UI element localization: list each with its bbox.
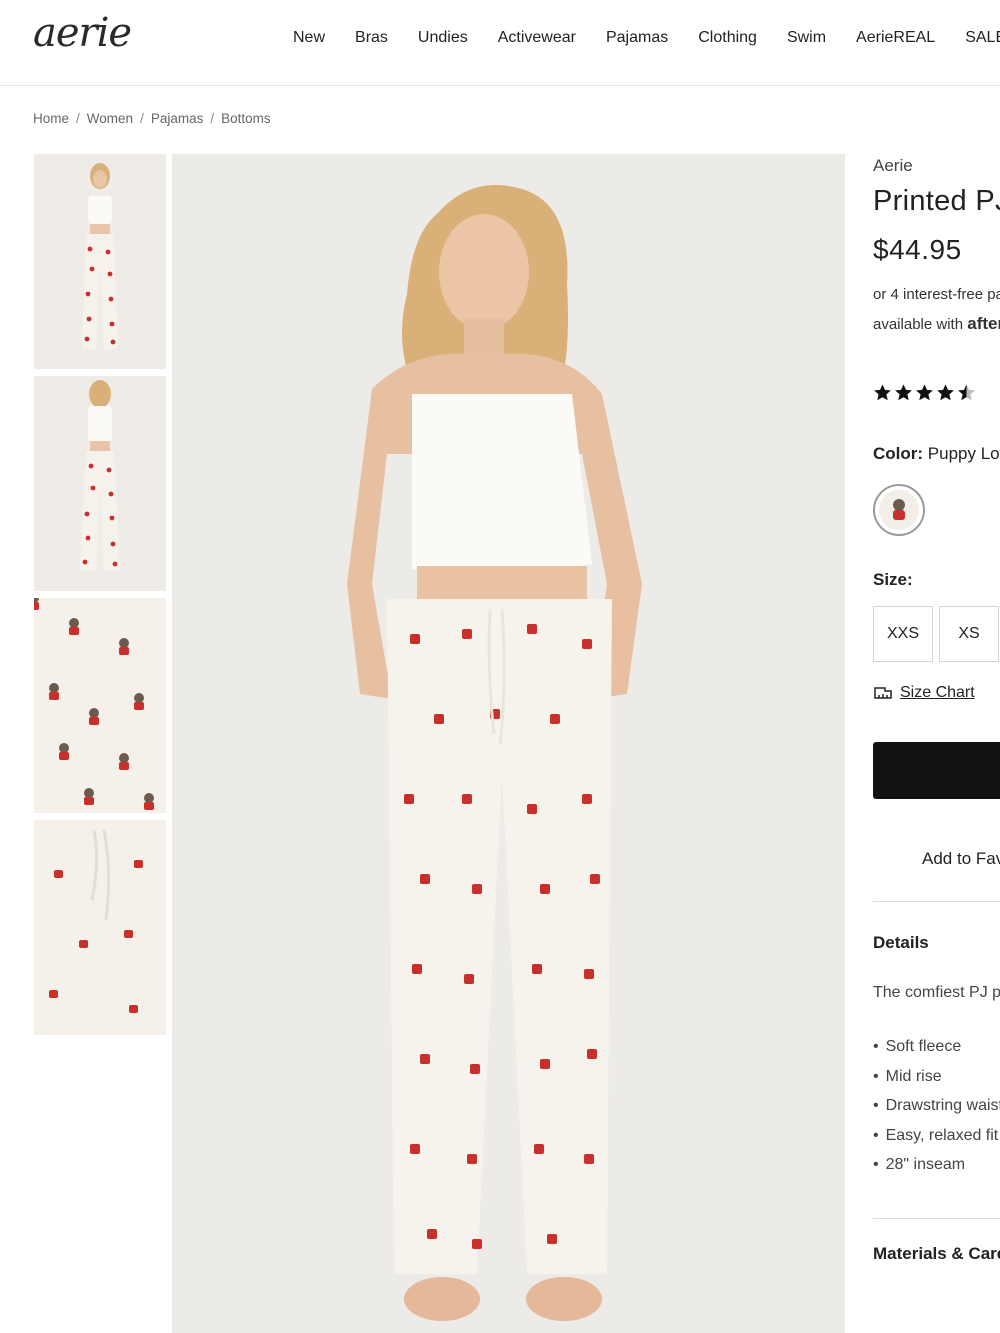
color-selector-label: Color: Puppy Love (873, 444, 1000, 464)
star-full-icon (937, 384, 954, 401)
breadcrumb: Home / Women / Pajamas / Bottoms (33, 111, 271, 126)
breadcrumb-separator: / (210, 111, 215, 126)
model-front-image (34, 154, 166, 369)
installments-line1: or 4 interest-free payments (873, 286, 1000, 303)
product-title: Printed PJ Pant (873, 185, 1000, 217)
divider (873, 901, 1000, 902)
breadcrumb-pajamas[interactable]: Pajamas (151, 111, 204, 126)
nav-undies[interactable]: Undies (418, 29, 468, 47)
details-bullet: 28" inseam (873, 1150, 1000, 1180)
breadcrumb-home[interactable]: Home (33, 111, 69, 126)
size-options: XXS XS (873, 606, 1000, 662)
breadcrumb-separator: / (140, 111, 144, 126)
color-value: Puppy Love (927, 444, 1000, 463)
product-price: $44.95 (873, 234, 962, 265)
star-full-icon (895, 384, 912, 401)
size-chart-label: Size Chart (900, 684, 975, 701)
nav-sale[interactable]: SALE (965, 29, 1000, 47)
nav-aeriereal[interactable]: AerieREAL (856, 29, 935, 47)
model-wearing-pants-image (172, 154, 845, 1333)
materials-care-heading[interactable]: Materials & Care (873, 1244, 1000, 1264)
star-half-icon (958, 384, 975, 401)
rating-stars[interactable] (873, 383, 1000, 402)
swatch-puppy-print-icon (879, 490, 919, 530)
afterpay-logo[interactable]: afterpay (967, 314, 1000, 333)
details-bullet: Drawstring waist (873, 1091, 1000, 1121)
divider (873, 1217, 1000, 1219)
ruler-icon (874, 687, 892, 699)
star-full-icon (874, 384, 891, 401)
main-nav: New Bras Undies Activewear Pajamas Cloth… (293, 29, 1000, 47)
thumbnail-waist-detail[interactable] (34, 820, 166, 1035)
star-full-icon (916, 384, 933, 401)
details-bullet: Mid rise (873, 1062, 1000, 1092)
size-button-xxs[interactable]: XXS (873, 606, 933, 662)
nav-new[interactable]: New (293, 29, 325, 47)
site-header: aerie New Bras Undies Activewear Pajamas… (0, 0, 1000, 86)
waist-detail-image (34, 820, 166, 1035)
nav-clothing[interactable]: Clothing (698, 29, 757, 47)
thumbnail-gallery (34, 154, 166, 1042)
product-details-panel: Aerie Printed PJ Pant $44.95 or 4 intere… (873, 156, 1000, 1333)
product-brand: Aerie (873, 156, 913, 175)
installments-info: or 4 interest-free payments available wi… (873, 280, 1000, 339)
details-heading[interactable]: Details (873, 933, 1000, 953)
nav-bras[interactable]: Bras (355, 29, 388, 47)
details-description: The comfiest PJ pants (873, 984, 1000, 1001)
details-bullet: Soft fleece (873, 1032, 1000, 1062)
size-button-xs[interactable]: XS (939, 606, 999, 662)
main-product-image[interactable] (172, 154, 845, 1333)
nav-pajamas[interactable]: Pajamas (606, 29, 668, 47)
nav-swim[interactable]: Swim (787, 29, 826, 47)
installments-line2: available with (873, 316, 964, 333)
details-bullet-list: Soft fleece Mid rise Drawstring waist Ea… (873, 1032, 1000, 1180)
add-to-favorites-button[interactable]: Add to Favorites (911, 849, 1000, 869)
aerie-logo[interactable]: aerie (33, 10, 132, 56)
breadcrumb-women[interactable]: Women (87, 111, 133, 126)
size-label: Size: (873, 570, 913, 589)
model-back-image (34, 376, 166, 591)
color-label: Color: (873, 444, 924, 463)
print-closeup-image (34, 598, 166, 813)
breadcrumb-separator: / (76, 111, 80, 126)
add-to-bag-button[interactable] (873, 742, 1000, 799)
thumbnail-front[interactable] (34, 154, 166, 369)
add-to-favorites-label: Add to Favorites (922, 849, 1000, 868)
nav-activewear[interactable]: Activewear (498, 29, 576, 47)
details-bullet: Easy, relaxed fit (873, 1121, 1000, 1151)
thumbnail-back[interactable] (34, 376, 166, 591)
color-swatch-puppy-love[interactable] (873, 484, 925, 536)
thumbnail-print-closeup[interactable] (34, 598, 166, 813)
size-chart-link[interactable]: Size Chart (873, 684, 1000, 702)
breadcrumb-bottoms[interactable]: Bottoms (221, 111, 271, 126)
